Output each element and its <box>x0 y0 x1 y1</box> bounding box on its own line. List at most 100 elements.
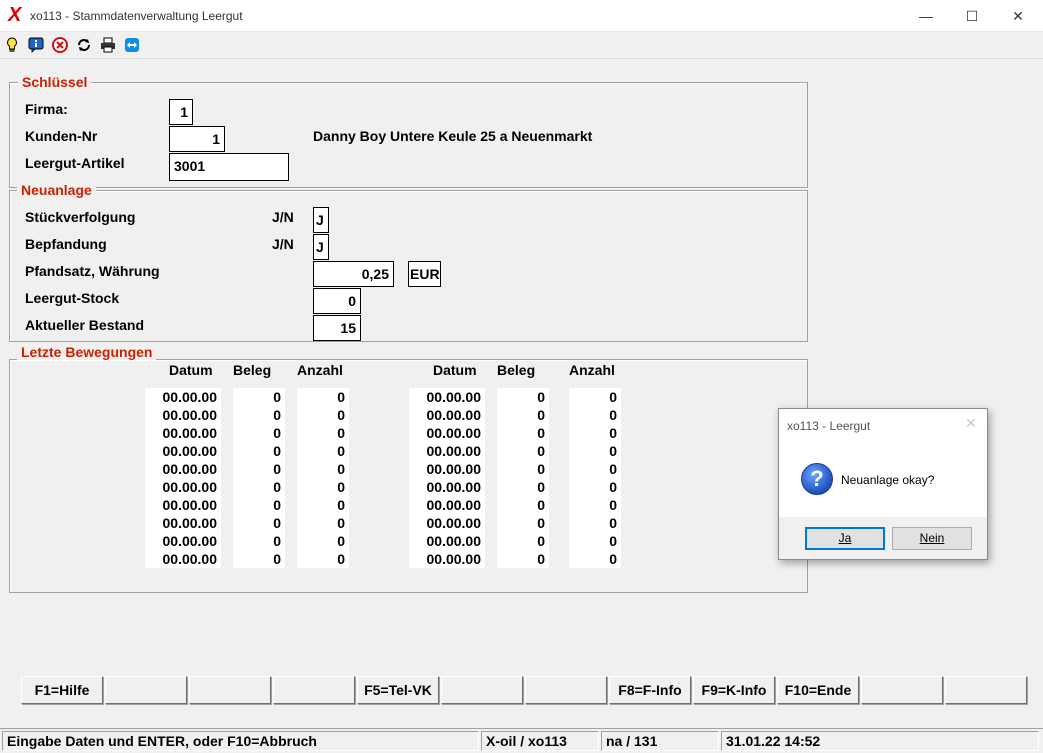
beleg-cell-right: 0 <box>497 532 549 550</box>
teamviewer-icon[interactable] <box>124 37 140 53</box>
datum-cell-right: 00.00.00 <box>409 388 485 406</box>
beleg-cell-left: 0 <box>233 406 285 424</box>
neuanlage-title: Neuanlage <box>17 182 96 198</box>
beleg-cell-right: 0 <box>497 550 549 568</box>
anzahl-cell-left: 0 <box>297 442 349 460</box>
fkey-f1-hilfe[interactable]: F1=Hilfe <box>21 676 103 704</box>
printer-icon[interactable] <box>100 37 116 53</box>
datum-cell-right: 00.00.00 <box>409 514 485 532</box>
fkey-empty-11[interactable] <box>861 676 943 704</box>
datum-cell-left: 00.00.00 <box>145 532 221 550</box>
dialog-title: xo113 - Leergut <box>787 419 871 433</box>
maximize-button[interactable]: ☐ <box>949 0 995 32</box>
beleg-cell-left: 0 <box>233 460 285 478</box>
bestand-field[interactable]: 15 <box>313 315 361 341</box>
datum-cell-right: 00.00.00 <box>409 442 485 460</box>
refresh-icon[interactable] <box>76 37 92 53</box>
header-datum-right: Datum <box>433 362 477 378</box>
datum-cell-left: 00.00.00 <box>145 406 221 424</box>
status-message: Eingabe Daten und ENTER, oder F10=Abbruc… <box>2 731 479 751</box>
datum-cell-right: 00.00.00 <box>409 406 485 424</box>
fkey-f9-k-info[interactable]: F9=K-Info <box>693 676 775 704</box>
datum-cell-left: 00.00.00 <box>145 550 221 568</box>
anzahl-cell-right: 0 <box>569 406 621 424</box>
anzahl-cell-left: 0 <box>297 424 349 442</box>
header-anzahl-left: Anzahl <box>297 362 343 378</box>
fkey-f8-f-info[interactable]: F8=F-Info <box>609 676 691 704</box>
bewegungen-title: Letzte Bewegungen <box>17 344 157 360</box>
firma-label: Firma: <box>25 101 68 117</box>
anzahl-cell-left: 0 <box>297 388 349 406</box>
dialog-yes-button[interactable]: Ja <box>805 527 885 550</box>
fkey-empty-7[interactable] <box>525 676 607 704</box>
dialog-no-button[interactable]: Nein <box>892 527 972 550</box>
anzahl-cell-left: 0 <box>297 496 349 514</box>
minimize-button[interactable]: — <box>903 0 949 32</box>
stock-field[interactable]: 0 <box>313 288 361 314</box>
firma-field[interactable]: 1 <box>169 99 193 125</box>
lightbulb-icon[interactable] <box>4 37 20 53</box>
datum-cell-right: 00.00.00 <box>409 478 485 496</box>
cancel-icon[interactable] <box>52 37 68 53</box>
datum-cell-right: 00.00.00 <box>409 496 485 514</box>
beleg-cell-left: 0 <box>233 532 285 550</box>
anzahl-cell-right: 0 <box>569 442 621 460</box>
window-title: xo113 - Stammdatenverwaltung Leergut <box>30 9 243 23</box>
header-beleg-right: Beleg <box>497 362 536 378</box>
beleg-cell-right: 0 <box>497 478 549 496</box>
schluessel-title: Schlüssel <box>18 74 92 90</box>
pfand-field[interactable]: J <box>313 234 329 260</box>
fkey-f10-ende[interactable]: F10=Ende <box>777 676 859 704</box>
anzahl-cell-right: 0 <box>569 478 621 496</box>
anzahl-cell-left: 0 <box>297 514 349 532</box>
datum-cell-left: 00.00.00 <box>145 514 221 532</box>
confirm-dialog: xo113 - Leergut ✕ ? Neuanlage okay? Ja N… <box>778 408 988 560</box>
fkey-empty-4[interactable] <box>273 676 355 704</box>
pfandsatz-field[interactable]: 0,25 <box>313 261 394 287</box>
artikel-field[interactable]: 3001 <box>169 153 289 181</box>
datum-cell-left: 00.00.00 <box>145 388 221 406</box>
anzahl-cell-left: 0 <box>297 406 349 424</box>
toolbar <box>0 33 1043 59</box>
status-datetime: 31.01.22 14:52 <box>721 731 1039 751</box>
close-button[interactable]: ✕ <box>995 0 1041 32</box>
datum-cell-left: 00.00.00 <box>145 424 221 442</box>
stueck-label: Stückverfolgung <box>25 209 136 225</box>
pfand-label: Bepfandung <box>25 236 107 252</box>
beleg-cell-right: 0 <box>497 460 549 478</box>
beleg-cell-right: 0 <box>497 406 549 424</box>
datum-cell-left: 00.00.00 <box>145 478 221 496</box>
fkey-empty-3[interactable] <box>189 676 271 704</box>
fkey-empty-2[interactable] <box>105 676 187 704</box>
fkey-empty-12[interactable] <box>945 676 1027 704</box>
anzahl-cell-left: 0 <box>297 532 349 550</box>
satz-label: Pfandsatz, Währung <box>25 263 160 279</box>
stueck-hint: J/N <box>272 209 294 225</box>
beleg-cell-right: 0 <box>497 424 549 442</box>
dialog-message: Neuanlage okay? <box>841 473 935 487</box>
datum-cell-right: 00.00.00 <box>409 424 485 442</box>
anzahl-cell-left: 0 <box>297 550 349 568</box>
stueck-field[interactable]: J <box>313 207 329 233</box>
anzahl-cell-right: 0 <box>569 388 621 406</box>
pfand-hint: J/N <box>272 236 294 252</box>
dialog-close-icon[interactable]: ✕ <box>965 415 977 432</box>
fkey-empty-6[interactable] <box>441 676 523 704</box>
waehrung-field[interactable]: EUR <box>408 261 441 287</box>
app-logo-icon: X <box>8 4 22 26</box>
datum-cell-left: 00.00.00 <box>145 442 221 460</box>
kunden-field[interactable]: 1 <box>169 126 225 152</box>
header-datum-left: Datum <box>169 362 213 378</box>
beleg-cell-left: 0 <box>233 514 285 532</box>
beleg-cell-left: 0 <box>233 550 285 568</box>
datum-cell-right: 00.00.00 <box>409 460 485 478</box>
beleg-cell-left: 0 <box>233 496 285 514</box>
status-app: X-oil / xo113 <box>481 731 599 751</box>
anzahl-cell-left: 0 <box>297 478 349 496</box>
datum-cell-right: 00.00.00 <box>409 532 485 550</box>
anzahl-cell-right: 0 <box>569 514 621 532</box>
fkey-f5-tel-vk[interactable]: F5=Tel-VK <box>357 676 439 704</box>
header-beleg-left: Beleg <box>233 362 272 378</box>
beleg-cell-left: 0 <box>233 478 285 496</box>
info-icon[interactable] <box>28 37 44 53</box>
